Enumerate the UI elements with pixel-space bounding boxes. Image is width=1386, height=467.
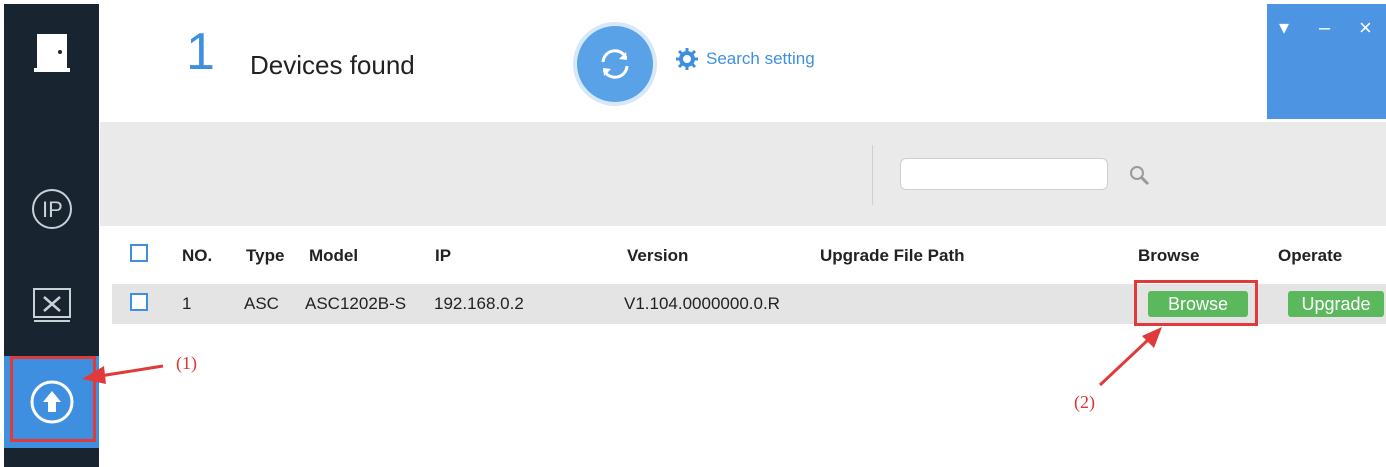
- annotation-label-2: (2): [1074, 392, 1095, 412]
- annotation-arrows: [82, 327, 1162, 387]
- annotation-label-1: (1): [176, 353, 197, 373]
